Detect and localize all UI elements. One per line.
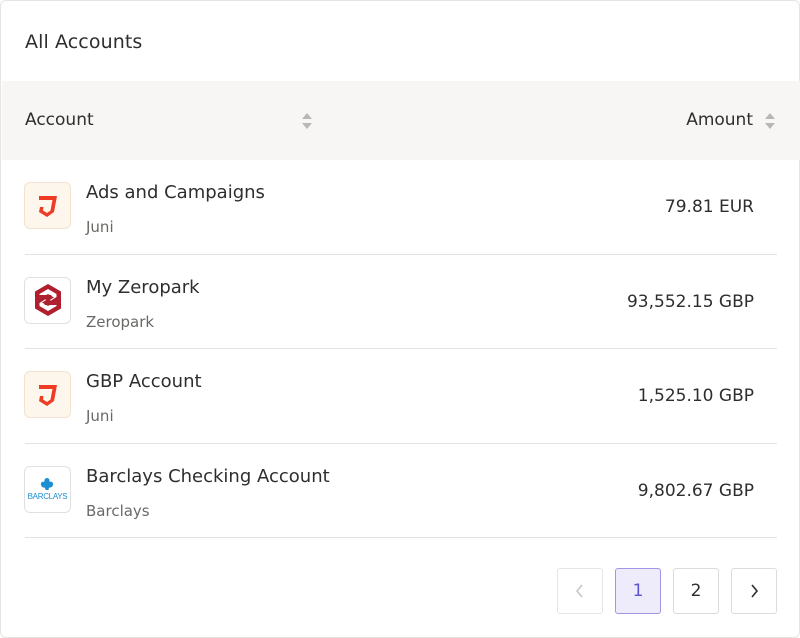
column-header-amount[interactable]: Amount (686, 110, 753, 130)
juni-logo-icon (24, 182, 71, 229)
table-row[interactable]: GBP Account Juni 1,525.10 GBP (2, 349, 800, 444)
all-accounts-card: All Accounts Account Amount Ads and Camp… (0, 0, 800, 638)
column-header-account[interactable]: Account (25, 110, 94, 130)
table-row[interactable]: My Zeropark Zeropark 93,552.15 GBP (2, 255, 800, 349)
barclays-logo-icon: BARCLAYS (24, 465, 71, 513)
table-header: Account Amount (2, 81, 800, 160)
table-row[interactable]: BARCLAYS Barclays Checking Account Barcl… (2, 444, 800, 538)
account-amount: 93,552.15 GBP (626, 291, 754, 312)
account-amount: 9,802.67 GBP (637, 480, 754, 501)
chevron-left-icon (575, 584, 583, 598)
chevron-right-icon (751, 584, 759, 598)
prev-page-button[interactable] (557, 568, 603, 614)
zeropark-logo-icon (24, 276, 71, 324)
account-amount: 1,525.10 GBP (637, 386, 754, 406)
table-row[interactable]: Ads and Campaigns Juni 79.81 EUR (2, 160, 800, 255)
account-amount: 79.81 EUR (664, 197, 754, 217)
divider (25, 537, 777, 538)
account-provider: Zeropark (86, 312, 155, 331)
next-page-button[interactable] (731, 568, 777, 614)
account-provider: Barclays (86, 501, 150, 520)
sort-icon[interactable] (764, 111, 776, 131)
account-provider: Juni (86, 218, 114, 236)
sort-icon[interactable] (301, 111, 313, 131)
account-provider: Juni (86, 407, 114, 425)
account-name: GBP Account (86, 371, 202, 392)
accounts-list: Ads and Campaigns Juni 79.81 EUR My Zero… (2, 160, 800, 538)
account-name: Barclays Checking Account (86, 465, 330, 487)
card-title: All Accounts (25, 31, 143, 53)
barclays-logo-text: BARCLAYS (27, 492, 68, 501)
page-button-1[interactable]: 1 (615, 568, 661, 614)
account-name: Ads and Campaigns (86, 182, 265, 203)
account-name: My Zeropark (86, 276, 200, 298)
page-button-2[interactable]: 2 (673, 568, 719, 614)
juni-logo-icon (24, 371, 71, 418)
